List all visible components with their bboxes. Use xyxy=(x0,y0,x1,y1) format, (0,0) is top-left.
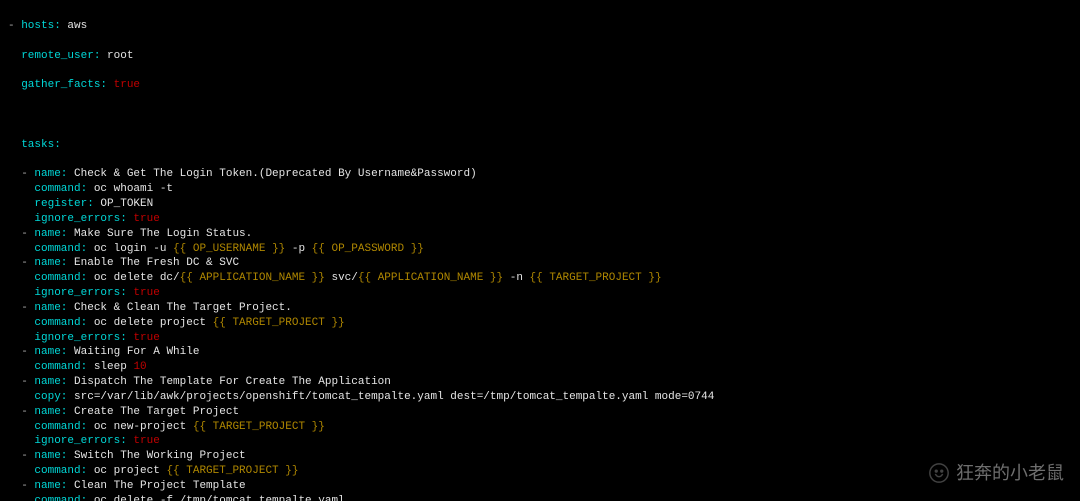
task-name-0: Check & Get The Login Token.(Deprecated … xyxy=(67,168,476,180)
key-command: command: xyxy=(34,243,87,255)
task-name-3: Check & Clean The Target Project. xyxy=(67,302,291,314)
key-copy: copy: xyxy=(34,391,67,403)
task-name-8: Clean The Project Template xyxy=(67,480,245,492)
task-name-2: Enable The Fresh DC & SVC xyxy=(67,257,239,269)
cmd-text: sleep xyxy=(87,361,133,373)
key-command: command: xyxy=(34,361,87,373)
task-name-1: Make Sure The Login Status. xyxy=(67,228,252,240)
key-ignore-errors: ignore_errors: xyxy=(34,332,126,344)
key-command: command: xyxy=(34,272,87,284)
key-remote-user: remote_user: xyxy=(21,50,100,62)
key-name: name: xyxy=(34,257,67,269)
key-name: name: xyxy=(34,450,67,462)
key-ignore-errors: ignore_errors: xyxy=(34,435,126,447)
code-editor[interactable]: - hosts: aws remote_user: root gather_fa… xyxy=(0,0,1080,501)
key-name: name: xyxy=(34,376,67,388)
val-gather-facts: true xyxy=(107,79,140,91)
var: {{ APPLICATION_NAME }} xyxy=(180,272,325,284)
cmd-text: oc delete project xyxy=(87,317,212,329)
ignore-errors-val: true xyxy=(127,213,160,225)
key-command: command: xyxy=(34,317,87,329)
key-name: name: xyxy=(34,302,67,314)
key-command: command: xyxy=(34,183,87,195)
key-command: command: xyxy=(34,421,87,433)
cmd-text: oc delete -f /tmp/tomcat_tempalte.yaml xyxy=(87,495,344,501)
key-command: command: xyxy=(34,495,87,501)
key-name: name: xyxy=(34,228,67,240)
var: {{ OP_USERNAME }} xyxy=(173,243,285,255)
key-name: name: xyxy=(34,168,67,180)
task-name-4: Waiting For A While xyxy=(67,346,199,358)
var: {{ OP_PASSWORD }} xyxy=(312,243,424,255)
cmd-text: oc delete dc/ xyxy=(87,272,179,284)
key-register: register: xyxy=(34,198,93,210)
key-name: name: xyxy=(34,346,67,358)
copy-args: src=/var/lib/awk/projects/openshift/tomc… xyxy=(67,391,714,403)
num: 10 xyxy=(133,361,146,373)
cmd-text: oc new-project xyxy=(87,421,193,433)
key-name: name: xyxy=(34,480,67,492)
val-remote-user: root xyxy=(100,50,133,62)
ignore-errors-val: true xyxy=(127,332,160,344)
key-name: name: xyxy=(34,406,67,418)
key-gather-facts: gather_facts: xyxy=(21,79,107,91)
key-hosts: hosts: xyxy=(21,20,61,32)
ignore-errors-val: true xyxy=(127,435,160,447)
var: {{ TARGET_PROJECT }} xyxy=(166,465,298,477)
cmd-text: oc whoami -t xyxy=(87,183,173,195)
task-name-6: Create The Target Project xyxy=(67,406,239,418)
var: {{ APPLICATION_NAME }} xyxy=(358,272,503,284)
key-ignore-errors: ignore_errors: xyxy=(34,287,126,299)
task-name-5: Dispatch The Template For Create The App… xyxy=(67,376,390,388)
cmd-text: oc project xyxy=(87,465,166,477)
task-name-7: Switch The Working Project xyxy=(67,450,245,462)
register-val: OP_TOKEN xyxy=(94,198,153,210)
cmd-text: oc login -u xyxy=(87,243,173,255)
var: {{ TARGET_PROJECT }} xyxy=(213,317,345,329)
val-hosts: aws xyxy=(61,20,87,32)
ignore-errors-val: true xyxy=(127,287,160,299)
key-tasks: tasks: xyxy=(21,139,61,151)
key-command: command: xyxy=(34,465,87,477)
key-ignore-errors: ignore_errors: xyxy=(34,213,126,225)
var: {{ TARGET_PROJECT }} xyxy=(193,421,325,433)
var: {{ TARGET_PROJECT }} xyxy=(530,272,662,284)
